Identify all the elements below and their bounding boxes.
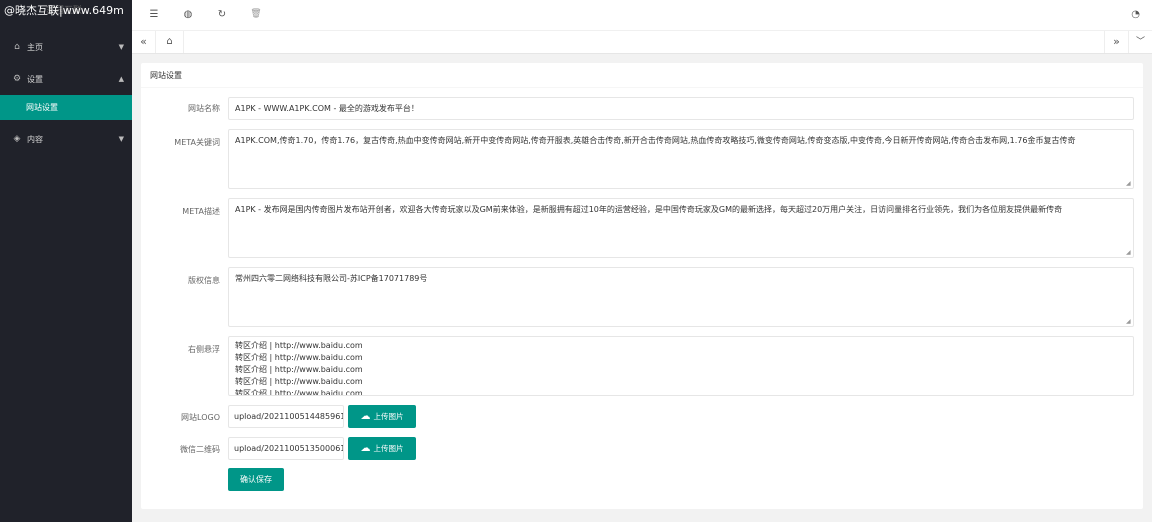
meta-keywords-textarea[interactable]: A1PK.COM,传奇1.70，传奇1.76，复古传奇,热血中变传奇网站,新开中… — [228, 129, 1134, 189]
sidebar-item-label: 设置 — [27, 74, 43, 84]
float-line: 转区介绍 | http://www.baidu.com — [235, 365, 363, 374]
sidebar-item-home[interactable]: ⌂ 主页 ▼ — [0, 31, 132, 63]
chevron-down-icon: ▼ — [118, 43, 124, 51]
sidebar-item-content[interactable]: ◈ 内容 ▼ — [0, 123, 132, 155]
copyright-label: 版权信息 — [188, 276, 220, 285]
trash-icon[interactable]: 🗑 — [250, 9, 262, 19]
refresh-icon[interactable]: ↻ — [216, 9, 228, 20]
home-icon: ⌂ — [14, 42, 20, 52]
settings-card: 网站设置 网站名称 A1PK - WWW.A1PK.COM - 最全的游戏发布平… — [141, 63, 1143, 509]
logo-path-input[interactable]: upload/20211005144859615 — [228, 405, 344, 428]
upload-logo-button[interactable]: ☁ 上传图片 — [348, 405, 416, 428]
sidebar-submenu: 网站设置 — [0, 95, 132, 120]
qrcode-path-input[interactable]: upload/20211005135000615 — [228, 437, 344, 460]
watermark-text: @晓杰互联|www.649m — [4, 4, 124, 17]
float-line: 转区介绍 | http://www.baidu.com — [235, 389, 363, 396]
upload-qrcode-button[interactable]: ☁ 上传图片 — [348, 437, 416, 460]
diamond-icon: ◈ — [13, 134, 21, 144]
save-button[interactable]: 确认保存 — [228, 468, 284, 491]
tabs-bar: « ⌂ » ﹀ — [132, 31, 1152, 54]
site-name-input[interactable]: A1PK - WWW.A1PK.COM - 最全的游戏发布平台！ — [228, 97, 1134, 120]
chevron-down-icon: ▼ — [118, 135, 124, 143]
sidebar: 家园互联 ⌂ 主页 ▼ ⚙ 设置 ▲ 网站设置 ◈ 内容 ▼ — [0, 0, 132, 522]
qrcode-label: 微信二维码 — [180, 445, 220, 454]
chevron-down-icon[interactable]: ﹀ — [1128, 31, 1152, 53]
resize-grip-icon[interactable]: ◢ — [1126, 250, 1132, 256]
top-header: ☰ ◍ ↻ 🗑 ◔ — [132, 0, 1152, 31]
gear-icon: ⚙ — [12, 74, 22, 84]
cloud-upload-icon: ☁ — [360, 443, 371, 454]
tab-home[interactable]: ⌂ — [156, 31, 184, 53]
meta-desc-label: META描述 — [182, 207, 220, 216]
tabs-next-icon[interactable]: » — [1104, 31, 1128, 53]
sidebar-item-label: 主页 — [27, 42, 43, 52]
chevron-up-icon: ▲ — [118, 75, 124, 83]
upload-button-label: 上传图片 — [373, 444, 404, 453]
resize-grip-icon[interactable]: ◢ — [1126, 319, 1132, 325]
sidebar-item-label: 网站设置 — [26, 103, 58, 112]
upload-button-label: 上传图片 — [373, 412, 404, 421]
globe-icon[interactable]: ◍ — [182, 9, 194, 20]
copyright-value: 常州四六零二网络科技有限公司-苏ICP备17071789号 — [235, 274, 428, 283]
card-title: 网站设置 — [141, 63, 1143, 88]
meta-keywords-label: META关键词 — [174, 138, 220, 147]
meta-desc-value: A1PK - 发布网是国内传奇图片发布站开创者，欢迎各大传奇玩家以及GM前来体验… — [235, 205, 1063, 214]
home-icon: ⌂ — [166, 36, 173, 47]
float-line: 转区介绍 | http://www.baidu.com — [235, 377, 363, 386]
sidebar-item-site-settings[interactable]: 网站设置 — [0, 95, 132, 120]
sidebar-item-settings[interactable]: ⚙ 设置 ▲ — [0, 63, 132, 95]
logo-label: 网站LOGO — [181, 413, 220, 422]
float-line: 转区介绍 | http://www.baidu.com — [235, 341, 363, 350]
theme-icon[interactable]: ◔ — [1131, 9, 1140, 20]
resize-grip-icon[interactable]: ◢ — [1126, 181, 1132, 187]
meta-keywords-value: A1PK.COM,传奇1.70，传奇1.76，复古传奇,热血中变传奇网站,新开中… — [235, 136, 1076, 145]
float-label: 右侧悬浮 — [188, 345, 220, 354]
cloud-upload-icon: ☁ — [360, 411, 371, 422]
float-line: 转区介绍 | http://www.baidu.com — [235, 353, 363, 362]
site-name-label: 网站名称 — [188, 104, 220, 113]
sidebar-item-label: 内容 — [27, 134, 43, 144]
tabs-prev-icon[interactable]: « — [132, 31, 156, 53]
float-textarea[interactable]: 转区介绍 | http://www.baidu.com 转区介绍 | http:… — [228, 336, 1134, 396]
menu-fold-icon[interactable]: ☰ — [148, 9, 160, 20]
copyright-textarea[interactable]: 常州四六零二网络科技有限公司-苏ICP备17071789号 ◢ — [228, 267, 1134, 327]
meta-desc-textarea[interactable]: A1PK - 发布网是国内传奇图片发布站开创者，欢迎各大传奇玩家以及GM前来体验… — [228, 198, 1134, 258]
